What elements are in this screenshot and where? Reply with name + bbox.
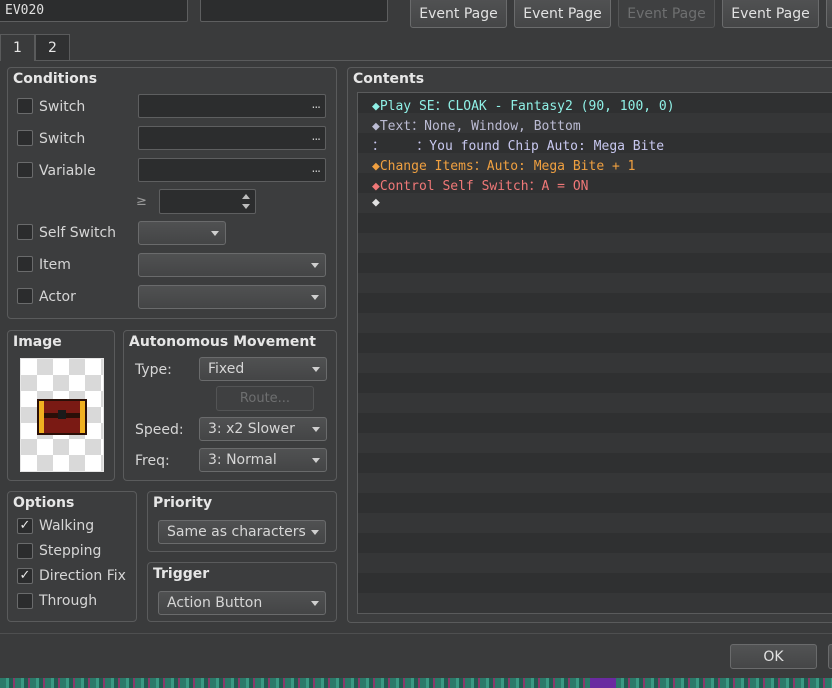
autonomous-movement-title: Autonomous Movement <box>129 334 316 350</box>
priority-dropdown[interactable]: Same as characters <box>158 520 326 544</box>
event-id-field[interactable]: EV020 <box>0 0 188 22</box>
actor-label: Actor <box>39 289 76 305</box>
command-line[interactable]: ： ：You found Chip Auto: Mega Bite <box>372 135 664 154</box>
walking-label: Walking <box>39 518 95 534</box>
variable-value-spinner[interactable] <box>159 189 256 214</box>
ok-button[interactable]: OK <box>730 644 817 669</box>
checkmark-icon: ✓ <box>19 568 31 583</box>
stepping-checkbox[interactable] <box>17 543 33 559</box>
footer-divider <box>0 633 832 634</box>
self-switch-label: Self Switch <box>39 225 117 241</box>
command-line[interactable]: ◆Change Items：Auto: Mega Bite + 1 <box>372 155 635 174</box>
actor-checkbox[interactable] <box>17 288 33 304</box>
tab-strip <box>0 60 832 61</box>
spin-up-icon[interactable] <box>242 194 250 199</box>
item-label: Item <box>39 257 71 273</box>
actor-dropdown[interactable] <box>138 285 326 309</box>
spin-down-icon[interactable] <box>242 204 250 209</box>
cancel-button-partial[interactable] <box>828 644 832 669</box>
priority-value: Same as characters <box>167 524 306 540</box>
switch2-checkbox[interactable] <box>17 130 33 146</box>
movement-speed-value: 3: x2 Slower <box>208 421 295 437</box>
trigger-panel: Trigger Action Button <box>147 562 337 622</box>
greater-equal-symbol: ≥ <box>136 194 147 209</box>
switch1-checkbox[interactable] <box>17 98 33 114</box>
direction-fix-label: Direction Fix <box>39 568 126 584</box>
movement-freq-dropdown[interactable]: 3: Normal <box>199 448 327 472</box>
variable-field[interactable]: ... <box>138 158 326 182</box>
chevron-down-icon <box>311 530 319 535</box>
chevron-down-icon <box>311 295 319 300</box>
command-line[interactable]: ◆ <box>372 195 380 210</box>
command-line[interactable]: ◆Play SE：CLOAK - Fantasy2 (90, 100, 0) <box>372 95 675 114</box>
variable-label: Variable <box>39 163 96 179</box>
item-checkbox[interactable] <box>17 256 33 272</box>
event-page-button-1[interactable]: Event Page <box>410 0 507 28</box>
trigger-value: Action Button <box>167 595 263 611</box>
ellipsis-icon: ... <box>311 129 322 143</box>
command-line[interactable]: ◆Control Self Switch：A = ON <box>372 175 589 194</box>
switch1-label: Switch <box>39 99 86 115</box>
movement-type-value: Fixed <box>208 361 245 377</box>
self-switch-checkbox[interactable] <box>17 224 33 240</box>
tab-2[interactable]: 2 <box>35 34 70 60</box>
switch2-field[interactable]: ... <box>138 126 326 150</box>
switch2-label: Switch <box>39 131 86 147</box>
treasure-chest-icon <box>37 399 87 435</box>
movement-speed-dropdown[interactable]: 3: x2 Slower <box>199 417 327 441</box>
command-line[interactable]: ◆Text：None, Window, Bottom <box>372 115 581 134</box>
event-page-button-4[interactable]: Event Page <box>722 0 819 28</box>
variable-checkbox[interactable] <box>17 162 33 178</box>
ellipsis-icon: ... <box>311 161 322 175</box>
self-switch-dropdown[interactable] <box>138 221 226 245</box>
speed-label: Speed: <box>135 422 184 438</box>
walking-checkbox[interactable]: ✓ <box>17 518 33 534</box>
through-checkbox[interactable] <box>17 593 33 609</box>
chevron-down-icon <box>312 427 320 432</box>
type-label: Type: <box>135 362 172 378</box>
chevron-down-icon <box>311 263 319 268</box>
route-button[interactable]: Route... <box>216 386 314 411</box>
checkmark-icon: ✓ <box>19 518 31 533</box>
chevron-down-icon <box>312 458 320 463</box>
switch1-field[interactable]: ... <box>138 94 326 118</box>
image-title: Image <box>13 334 62 350</box>
map-background-strip <box>0 678 832 688</box>
conditions-panel: Conditions Switch ... Switch ... Variabl… <box>7 67 337 319</box>
movement-freq-value: 3: Normal <box>208 452 277 468</box>
chevron-down-icon <box>312 367 320 372</box>
tab-1[interactable]: 1 <box>0 34 35 61</box>
freq-label: Freq: <box>135 453 170 469</box>
conditions-title: Conditions <box>13 71 98 87</box>
autonomous-movement-panel: Autonomous Movement Type: Fixed Route...… <box>123 330 337 481</box>
image-preview[interactable] <box>20 358 104 472</box>
event-page-button-3[interactable]: Event Page <box>618 0 715 28</box>
priority-title: Priority <box>153 495 213 511</box>
trigger-title: Trigger <box>153 566 210 582</box>
stepping-label: Stepping <box>39 543 102 559</box>
event-page-button-5[interactable] <box>826 0 832 28</box>
direction-fix-checkbox[interactable]: ✓ <box>17 568 33 584</box>
through-label: Through <box>39 593 98 609</box>
chevron-down-icon <box>211 231 219 236</box>
options-panel: Options ✓ Walking Stepping ✓ Direction F… <box>7 491 137 622</box>
ellipsis-icon: ... <box>311 97 322 111</box>
chevron-down-icon <box>311 601 319 606</box>
command-list[interactable]: ◆Play SE：CLOAK - Fantasy2 (90, 100, 0) ◆… <box>357 92 832 614</box>
contents-title: Contents <box>353 71 425 87</box>
options-title: Options <box>13 495 75 511</box>
image-panel: Image <box>7 330 115 481</box>
event-page-button-2[interactable]: Event Page <box>514 0 611 28</box>
priority-panel: Priority Same as characters <box>147 491 337 552</box>
movement-type-dropdown[interactable]: Fixed <box>199 357 327 381</box>
item-dropdown[interactable] <box>138 253 326 277</box>
contents-panel: Contents ◆Play SE：CLOAK - Fantasy2 (90, … <box>347 67 832 623</box>
event-name-field[interactable] <box>200 0 388 22</box>
trigger-dropdown[interactable]: Action Button <box>158 591 326 615</box>
map-purple-tile <box>590 678 616 688</box>
